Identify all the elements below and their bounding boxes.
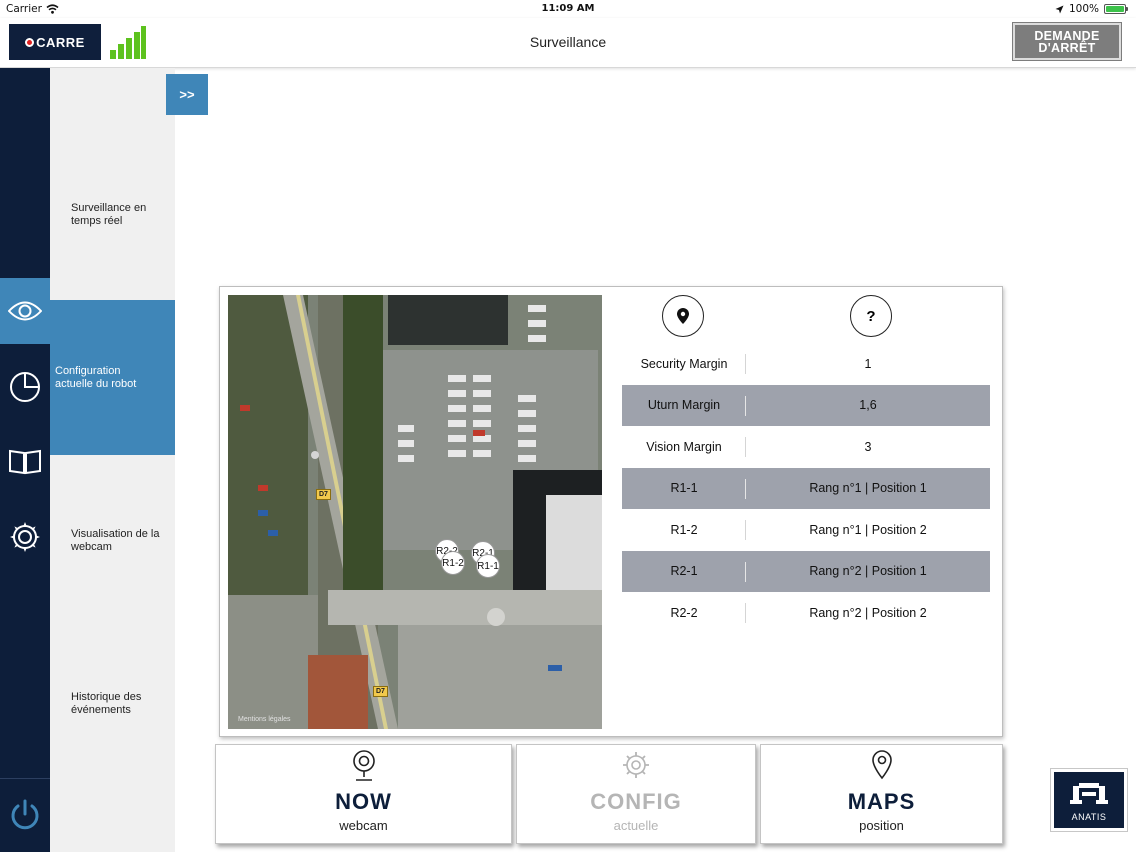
row-name: R1-1 [670, 481, 698, 496]
eye-icon [8, 301, 42, 321]
config-table: Security Margin 1 Uturn Margin 1,6 Visio… [622, 343, 990, 634]
gear-icon [10, 522, 40, 552]
location-pin-icon [677, 308, 689, 324]
power-button[interactable] [0, 790, 50, 840]
stop-button-line-2: D'ARRÊT [1038, 41, 1096, 55]
map-marker-r1-2[interactable]: R1-2 [441, 551, 465, 575]
table-row: Uturn Margin 1,6 [622, 384, 990, 426]
status-right: 100% [1055, 3, 1128, 15]
satellite-map[interactable]: D7 D7 R2-2 R1-2 R2-1 R1-1 Mentions légal… [228, 295, 602, 729]
anatis-badge: ANATIS [1054, 772, 1124, 828]
row-value: Rang n°1 | Position 2 [809, 522, 927, 537]
menu-label-history[interactable]: Historique des événements [71, 691, 175, 717]
power-icon [11, 799, 39, 830]
sidebar-item-webcam[interactable] [0, 428, 50, 494]
expand-sidebar-button[interactable]: >> [166, 74, 208, 115]
table-row: R2-1 Rang n°2 | Position 1 [622, 550, 990, 592]
map-marker-r1-1[interactable]: R1-1 [476, 554, 500, 578]
menu-label-configuration[interactable]: Configuration actuelle du robot [55, 365, 159, 391]
menu-label-surveillance[interactable]: Surveillance en temps réel [71, 202, 175, 228]
sidebar-item-surveillance[interactable] [0, 278, 50, 344]
row-name: Security Margin [640, 356, 728, 371]
row-name: Vision Margin [646, 439, 722, 454]
table-row: Security Margin 1 [622, 343, 990, 385]
battery-icon [1104, 4, 1128, 14]
menu-label-webcam[interactable]: Visualisation de la webcam [71, 528, 175, 554]
row-value: Rang n°2 | Position 1 [809, 564, 927, 579]
config-button-title: CONFIG [590, 789, 682, 814]
now-button-title: NOW [335, 789, 392, 814]
book-icon [9, 449, 41, 475]
sidebar-item-configuration[interactable] [0, 354, 50, 420]
row-value: 1 [864, 356, 872, 371]
map-legal-link[interactable]: Mentions légales [238, 716, 291, 723]
help-icon: ? [866, 307, 876, 325]
row-name: R2-2 [670, 605, 698, 620]
row-value: Rang n°1 | Position 1 [809, 481, 927, 496]
road-label-d7-top: D7 [316, 489, 331, 500]
webcam-icon [352, 750, 375, 781]
status-bar: Carrier 11:09 AM 100% [0, 0, 1136, 18]
row-value: 3 [864, 439, 872, 454]
maps-button-title: MAPS [847, 789, 916, 814]
table-row: R1-1 Rang n°1 | Position 1 [622, 467, 990, 509]
sidebar-icon-rail [0, 68, 50, 852]
anatis-label: ANATIS [1071, 812, 1107, 822]
location-arrow-icon [1055, 5, 1064, 13]
config-gear-icon [623, 752, 649, 778]
now-webcam-button[interactable]: NOW webcam [215, 744, 512, 844]
sidebar-label-panel [50, 68, 175, 852]
table-row: R1-2 Rang n°1 | Position 2 [622, 509, 990, 551]
row-value: 1,6 [859, 398, 877, 413]
row-name: R1-2 [670, 522, 698, 537]
config-button-subtitle: actuelle [613, 818, 659, 833]
sidebar-item-history[interactable] [0, 504, 50, 570]
configuration-card: D7 D7 R2-2 R1-2 R2-1 R1-1 Mentions légal… [219, 286, 1003, 737]
locate-button[interactable] [662, 295, 704, 337]
row-name: R2-1 [670, 564, 698, 579]
app-header: CARRE Surveillance DEMANDE D'ARRÊT [0, 18, 1136, 68]
app-root: Carrier 11:09 AM 100% CARRE Surveillance [0, 0, 1136, 852]
help-button[interactable]: ? [850, 295, 892, 337]
clock: 11:09 AM [541, 3, 595, 14]
anatis-robot-button[interactable]: ANATIS [1050, 768, 1128, 832]
now-button-subtitle: webcam [339, 818, 388, 833]
maps-button-subtitle: position [859, 818, 904, 833]
pie-chart-icon [10, 372, 40, 402]
map-imagery [228, 295, 602, 729]
road-label-d7-bottom: D7 [373, 686, 388, 697]
row-value: Rang n°2 | Position 2 [809, 605, 927, 620]
table-row: Vision Margin 3 [622, 426, 990, 468]
row-name: Uturn Margin [647, 398, 721, 413]
config-actuelle-button[interactable]: CONFIG actuelle [516, 744, 756, 844]
maps-position-button[interactable]: MAPS position [760, 744, 1003, 844]
map-pin-icon [871, 750, 892, 780]
battery-percent: 100% [1068, 3, 1099, 15]
stop-request-button[interactable]: DEMANDE D'ARRÊT [1012, 22, 1122, 61]
table-row: R2-2 Rang n°2 | Position 2 [622, 592, 990, 634]
page-title: Surveillance [529, 34, 607, 50]
robot-icon [1070, 783, 1108, 804]
